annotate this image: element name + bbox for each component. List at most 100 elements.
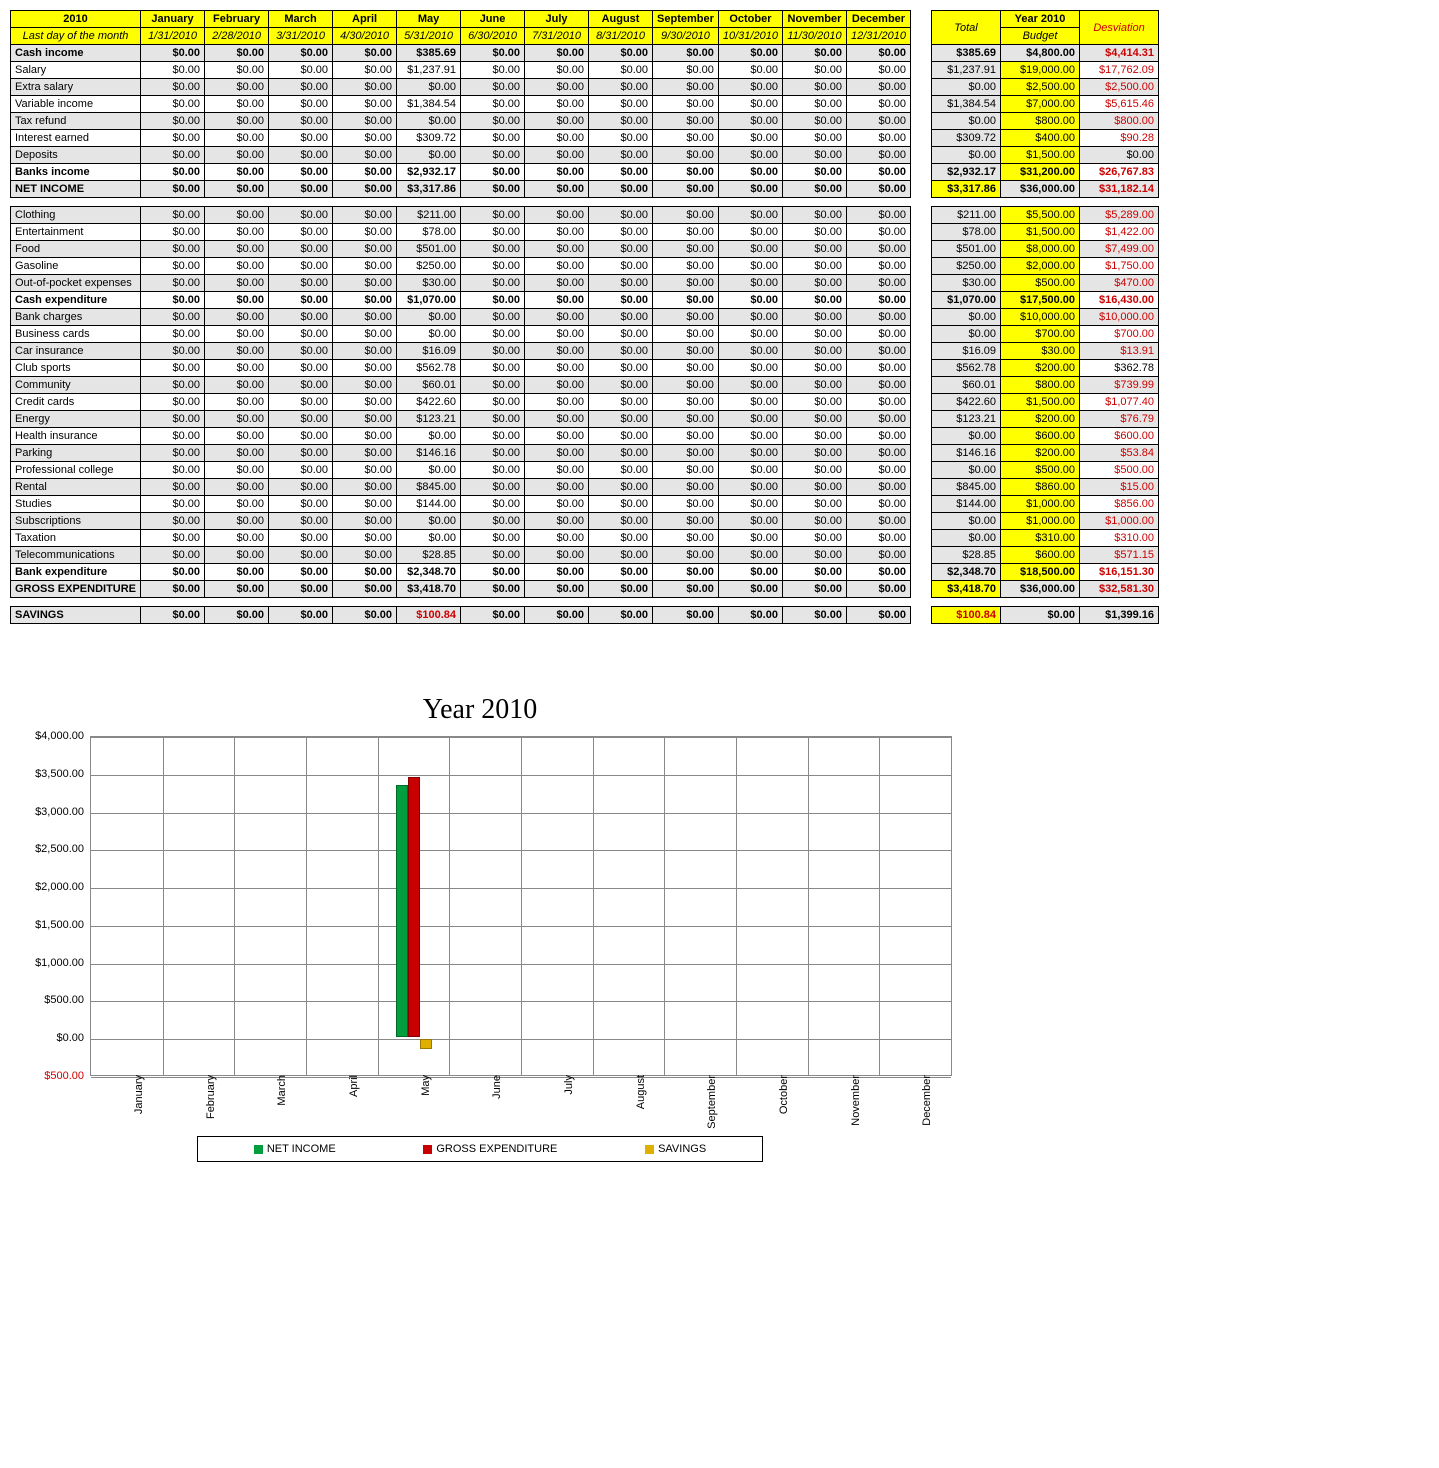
cell: $0.00: [141, 207, 205, 224]
cell: $0.00: [718, 360, 782, 377]
cell: $0.00: [782, 564, 846, 581]
y-axis-tick: $4,000.00: [14, 730, 90, 742]
cell: $0.00: [269, 411, 333, 428]
cell: $0.00: [653, 45, 719, 62]
cell: $0.00: [589, 292, 653, 309]
cell: $0.00: [782, 258, 846, 275]
summary-cell: $800.00: [1001, 377, 1080, 394]
cell: $0.00: [333, 394, 397, 411]
summary-cell: $309.72: [932, 130, 1001, 147]
cell: $0.00: [718, 79, 782, 96]
cell: $0.00: [653, 241, 719, 258]
summary-cell: $36,000.00: [1001, 181, 1080, 198]
cell: $0.00: [141, 96, 205, 113]
summary-cell: $200.00: [1001, 445, 1080, 462]
row-label: Interest earned: [11, 130, 141, 147]
row-label: Credit cards: [11, 394, 141, 411]
cell: $0.00: [653, 79, 719, 96]
cell: $0.00: [397, 462, 461, 479]
summary-cell: $10,000.00: [1080, 309, 1159, 326]
cell: $0.00: [461, 241, 525, 258]
summary-cell: $845.00: [932, 479, 1001, 496]
x-axis-tick: November: [846, 1075, 862, 1165]
cell: $0.00: [269, 181, 333, 198]
cell: $0.00: [589, 428, 653, 445]
cell: $0.00: [333, 79, 397, 96]
cell: $0.00: [846, 462, 910, 479]
summary-table: TotalYear 2010DesviationBudget $385.69$4…: [931, 10, 1159, 624]
cell: $0.00: [269, 445, 333, 462]
cell: $0.00: [589, 309, 653, 326]
cell: $0.00: [589, 513, 653, 530]
cell: $0.00: [397, 513, 461, 530]
cell: $0.00: [461, 360, 525, 377]
summary-cell: $1,399.16: [1080, 607, 1159, 624]
cell: $0.00: [846, 360, 910, 377]
cell: $0.00: [653, 326, 719, 343]
cell: $0.00: [718, 292, 782, 309]
summary-cell: $700.00: [1001, 326, 1080, 343]
cell: $0.00: [653, 164, 719, 181]
cell: $0.00: [205, 377, 269, 394]
cell: $0.00: [141, 147, 205, 164]
cell: $0.00: [846, 275, 910, 292]
summary-header: TotalYear 2010DesviationBudget: [932, 11, 1159, 45]
cell: $0.00: [461, 547, 525, 564]
x-axis-tick: February: [201, 1075, 217, 1165]
cell: $0.00: [653, 428, 719, 445]
cell: $0.00: [653, 181, 719, 198]
summary-cell: $5,289.00: [1080, 207, 1159, 224]
cell: $0.00: [782, 394, 846, 411]
cell: $0.00: [525, 547, 589, 564]
cell: $562.78: [397, 360, 461, 377]
cell: $0.00: [461, 62, 525, 79]
cell: $0.00: [205, 607, 269, 624]
summary-cell: $10,000.00: [1001, 309, 1080, 326]
cell: $0.00: [589, 607, 653, 624]
cell: $0.00: [718, 275, 782, 292]
row-label: Gasoline: [11, 258, 141, 275]
row-label: Clothing: [11, 207, 141, 224]
cell: $0.00: [333, 96, 397, 113]
cell: $0.00: [525, 564, 589, 581]
summary-cell: $1,070.00: [932, 292, 1001, 309]
summary-cell: $0.00: [1001, 607, 1080, 624]
summary-cell: $2,932.17: [932, 164, 1001, 181]
cell: $0.00: [333, 530, 397, 547]
cell: $0.00: [461, 309, 525, 326]
summary-cell: $17,500.00: [1001, 292, 1080, 309]
cell: $0.00: [269, 360, 333, 377]
cell: $0.00: [718, 530, 782, 547]
row-label: Tax refund: [11, 113, 141, 130]
cell: $0.00: [589, 96, 653, 113]
cell: $0.00: [461, 164, 525, 181]
summary-cell: $400.00: [1001, 130, 1080, 147]
row-label: Deposits: [11, 147, 141, 164]
cell: $0.00: [141, 445, 205, 462]
cell: $0.00: [589, 224, 653, 241]
cell: $0.00: [846, 309, 910, 326]
cell: $0.00: [782, 79, 846, 96]
cell: $2,348.70: [397, 564, 461, 581]
row-label: Taxation: [11, 530, 141, 547]
cell: $0.00: [589, 530, 653, 547]
cell: $0.00: [461, 258, 525, 275]
cell: $0.00: [333, 343, 397, 360]
cell: $0.00: [718, 241, 782, 258]
cell: $0.00: [333, 360, 397, 377]
cell: $0.00: [205, 224, 269, 241]
legend-net-income: NET INCOME: [254, 1143, 336, 1155]
cell: $0.00: [269, 326, 333, 343]
cell: $0.00: [846, 241, 910, 258]
row-label: Cash expenditure: [11, 292, 141, 309]
row-label: Community: [11, 377, 141, 394]
cell: $0.00: [846, 530, 910, 547]
cell: $0.00: [782, 428, 846, 445]
cell: $0.00: [718, 428, 782, 445]
cell: $3,418.70: [397, 581, 461, 598]
row-label: Bank charges: [11, 309, 141, 326]
summary-cell: $700.00: [1080, 326, 1159, 343]
cell: $0.00: [782, 462, 846, 479]
summary-cell: $500.00: [1001, 462, 1080, 479]
cell: $0.00: [205, 326, 269, 343]
